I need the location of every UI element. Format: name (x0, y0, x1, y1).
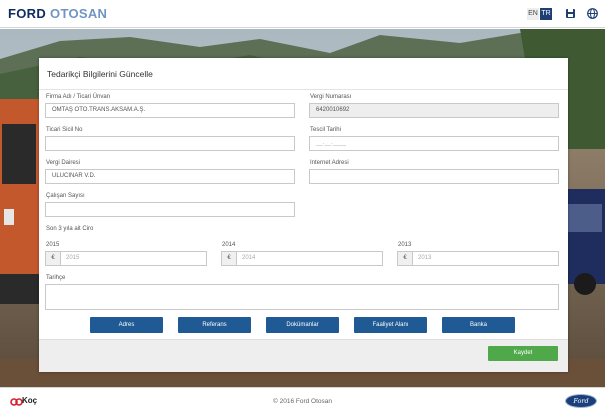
ford-oval-logo: Ford (565, 394, 597, 408)
save-button[interactable]: Kaydet (488, 346, 558, 361)
logo-secondary: OTOSAN (50, 6, 108, 21)
tax-office-input[interactable]: ULUCINAR V.D. (45, 169, 295, 184)
employee-count-input[interactable] (45, 202, 295, 217)
documents-button[interactable]: Dokümanlar (266, 317, 339, 333)
globe-icon[interactable] (586, 7, 599, 20)
revenue-section-label: Son 3 yıla ait Ciro (46, 226, 94, 232)
website-label: Internet Adresi (310, 160, 349, 166)
activity-area-button[interactable]: Faaliyet Alanı (354, 317, 427, 333)
history-textarea[interactable] (45, 284, 559, 310)
tax-number-label: Vergi Numarası (310, 94, 352, 100)
reference-button[interactable]: Referans (178, 317, 251, 333)
supplier-update-panel: Tedarikçi Bilgilerini Güncelle Firma Adı… (39, 58, 568, 372)
company-name-input[interactable]: OMTAŞ OTO.TRANS.AKSAM.A.Ş. (45, 103, 295, 118)
revenue-year-label: 2015 (46, 242, 60, 248)
copyright-text: © 2016 Ford Otosan (273, 398, 332, 405)
panel-title: Tedarikçi Bilgilerini Güncelle (47, 69, 153, 79)
website-input[interactable] (309, 169, 559, 184)
history-label: Tarihçe (46, 275, 66, 281)
euro-symbol: € (46, 252, 61, 265)
top-bar: FORD OTOSAN EN TR (0, 0, 605, 28)
company-name-label: Firma Adı / Ticari Ünvan (46, 94, 111, 100)
euro-symbol: € (222, 252, 237, 265)
save-icon[interactable] (564, 7, 577, 20)
trade-registry-input[interactable] (45, 136, 295, 151)
euro-symbol: € (398, 252, 413, 265)
ford-otosan-logo[interactable]: FORD OTOSAN (8, 6, 107, 21)
logo-primary: FORD (8, 6, 47, 21)
registration-date-input[interactable]: __.__.____ (309, 136, 559, 151)
revenue-placeholder: 2013 (418, 255, 432, 261)
registration-date-label: Tescil Tarihi (310, 127, 341, 133)
revenue-placeholder: 2014 (242, 255, 256, 261)
revenue-year-label: 2014 (222, 242, 236, 248)
language-en-button[interactable]: EN (527, 8, 539, 20)
revenue-placeholder: 2015 (66, 255, 80, 261)
panel-header: Tedarikçi Bilgilerini Güncelle (39, 58, 568, 90)
bottom-bar: Koç © 2016 Ford Otosan Ford (0, 387, 605, 416)
bank-button[interactable]: Banka (442, 317, 515, 333)
tax-office-label: Vergi Dairesi (46, 160, 81, 166)
language-tr-button[interactable]: TR (540, 8, 552, 20)
employee-count-label: Çalışan Sayısı (46, 193, 85, 199)
panel-footer: Kaydet (39, 339, 568, 372)
tax-number-input: 6420010692 (309, 103, 559, 118)
trade-registry-label: Ticari Sicil No (46, 127, 83, 133)
revenue-year-label: 2013 (398, 242, 412, 248)
revenue-2013-input[interactable]: € 2013 (397, 251, 559, 266)
revenue-2015-input[interactable]: € 2015 (45, 251, 207, 266)
address-button[interactable]: Adres (90, 317, 163, 333)
revenue-2014-input[interactable]: € 2014 (221, 251, 383, 266)
